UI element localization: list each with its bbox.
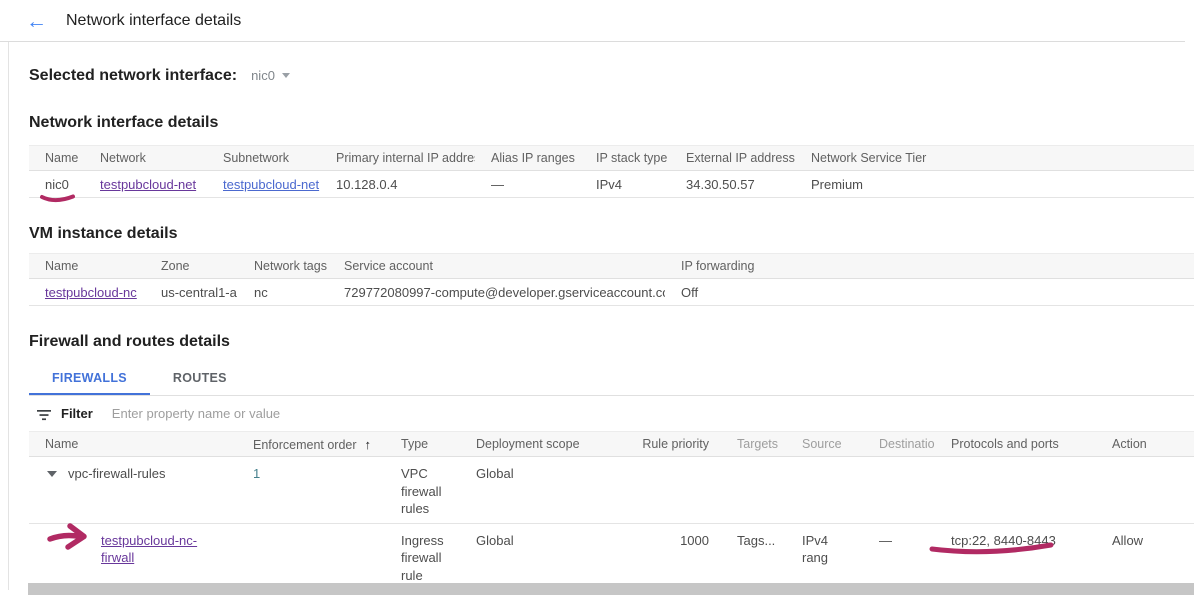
cell-targets: Tags... — [721, 523, 786, 590]
cell-service-account: 729772080997-compute@developer.gservicea… — [328, 279, 665, 306]
col-primary-internal-ip: Primary internal IP address — [320, 146, 475, 171]
col-ip-forwarding: IP forwarding — [665, 254, 1194, 279]
interface-selector-dropdown[interactable]: nic0 — [251, 68, 290, 83]
network-interface-table: Name Network Subnetwork Primary internal… — [29, 145, 1194, 198]
cell-enforcement-order — [237, 523, 385, 590]
cell-subnetwork: testpubcloud-net — [207, 171, 320, 198]
cell-alias-ranges: — — [475, 171, 580, 198]
cell-nic-name: nic0 — [29, 171, 84, 198]
interface-selector-value: nic0 — [251, 68, 275, 83]
content-panel: Selected network interface: nic0 Network… — [8, 42, 1194, 590]
col-protocols-ports: Protocols and ports — [935, 432, 1096, 457]
cell-targets — [721, 457, 786, 524]
cell-source: IPv4 rang — [786, 523, 863, 590]
chevron-down-icon — [282, 73, 290, 78]
interface-selector-label: Selected network interface: — [29, 67, 237, 85]
col-destination: Destination — [863, 432, 935, 457]
tab-firewalls[interactable]: FIREWALLS — [29, 364, 150, 395]
cell-stack-type: IPv4 — [580, 171, 670, 198]
collapse-row-icon[interactable] — [47, 471, 57, 477]
col-name: Name — [29, 432, 237, 457]
cell-ip-forwarding: Off — [665, 279, 1194, 306]
cell-tags: nc — [238, 279, 328, 306]
vm-instance-link[interactable]: testpubcloud-nc — [45, 285, 137, 300]
filter-icon — [36, 408, 52, 422]
col-service-account: Service account — [328, 254, 665, 279]
cell-rule-priority — [626, 457, 721, 524]
cell-type: VPC firewall rules — [385, 457, 460, 524]
table-header-row: Name Enforcement order↑ Type Deployment … — [29, 432, 1194, 457]
cell-action: Allow — [1096, 523, 1194, 590]
cell-type: Ingress firewall rule — [385, 523, 460, 590]
col-ip-stack-type: IP stack type — [580, 146, 670, 171]
cell-rule-priority: 1000 — [626, 523, 721, 590]
col-external-ip: External IP address — [670, 146, 795, 171]
firewall-routes-tabs: FIREWALLS ROUTES — [29, 364, 1194, 396]
table-row-vpc-firewall-rules: vpc-firewall-rules 1 VPC firewall rules … — [29, 457, 1194, 524]
filter-label: Filter — [61, 406, 93, 421]
back-arrow-icon[interactable]: ← — [26, 11, 47, 32]
col-network-tags: Network tags — [238, 254, 328, 279]
col-alias-ip-ranges: Alias IP ranges — [475, 146, 580, 171]
vm-instance-table: Name Zone Network tags Service account I… — [29, 253, 1194, 306]
col-network-service-tier: Network Service Tier — [795, 146, 1194, 171]
cell-network: testpubcloud-net — [84, 171, 207, 198]
horizontal-scrollbar[interactable] — [28, 583, 1194, 595]
col-zone: Zone — [145, 254, 238, 279]
cell-deployment-scope: Global — [460, 523, 626, 590]
network-interface-details-page: ← Network interface details Selected net… — [0, 0, 1194, 590]
section-title-firewall-routes: Firewall and routes details — [29, 333, 1194, 351]
col-name: Name — [29, 146, 84, 171]
cell-protocols-ports: tcp:22, 8440-8443 — [935, 523, 1096, 590]
col-type: Type — [385, 432, 460, 457]
col-deployment-scope: Deployment scope — [460, 432, 626, 457]
cell-internal-ip: 10.128.0.4 — [320, 171, 475, 198]
cell-vm-name: testpubcloud-nc — [29, 279, 145, 306]
table-row-firewall-rule: testpubcloud-nc-firwall Ingress firewall… — [29, 523, 1194, 590]
cell-deployment-scope: Global — [460, 457, 626, 524]
sort-ascending-icon: ↑ — [365, 437, 372, 452]
cell-service-tier: Premium — [795, 171, 1194, 198]
cell-action — [1096, 457, 1194, 524]
table-row: nic0 testpubcloud-net testpubcloud-net 1… — [29, 171, 1194, 198]
col-network: Network — [84, 146, 207, 171]
table-row: testpubcloud-nc us-central1-a nc 7297720… — [29, 279, 1194, 306]
table-header-row: Name Zone Network tags Service account I… — [29, 254, 1194, 279]
cell-destination: — — [863, 523, 935, 590]
cell-group-name: vpc-firewall-rules — [68, 465, 166, 483]
cell-enforcement-order: 1 — [253, 466, 260, 481]
cell-destination — [863, 457, 935, 524]
interface-selector-row: Selected network interface: nic0 — [29, 42, 1194, 85]
col-targets: Targets — [721, 432, 786, 457]
network-link[interactable]: testpubcloud-net — [100, 177, 196, 192]
col-rule-priority: Rule priority — [626, 432, 721, 457]
col-subnetwork: Subnetwork — [207, 146, 320, 171]
firewalls-table: Name Enforcement order↑ Type Deployment … — [29, 431, 1194, 590]
cell-external-ip: 34.30.50.57 — [670, 171, 795, 198]
col-name: Name — [29, 254, 145, 279]
tab-routes[interactable]: ROUTES — [150, 364, 250, 393]
top-bar: ← Network interface details — [0, 0, 1194, 42]
subnetwork-link[interactable]: testpubcloud-net — [223, 177, 319, 192]
cell-protocols-ports — [935, 457, 1096, 524]
section-title-vm-instance: VM instance details — [29, 225, 1194, 243]
table-header-row: Name Network Subnetwork Primary internal… — [29, 146, 1194, 171]
cell-source — [786, 457, 863, 524]
cell-zone: us-central1-a — [145, 279, 238, 306]
col-action: Action — [1096, 432, 1194, 457]
col-enforcement-order[interactable]: Enforcement order↑ — [237, 432, 385, 457]
col-source: Source — [786, 432, 863, 457]
firewall-rule-link[interactable]: testpubcloud-nc-firwall — [101, 533, 197, 566]
page-title: Network interface details — [66, 12, 241, 30]
filter-bar: Filter — [29, 396, 1194, 431]
filter-input[interactable] — [110, 405, 534, 422]
section-title-network-interface: Network interface details — [29, 114, 1194, 132]
